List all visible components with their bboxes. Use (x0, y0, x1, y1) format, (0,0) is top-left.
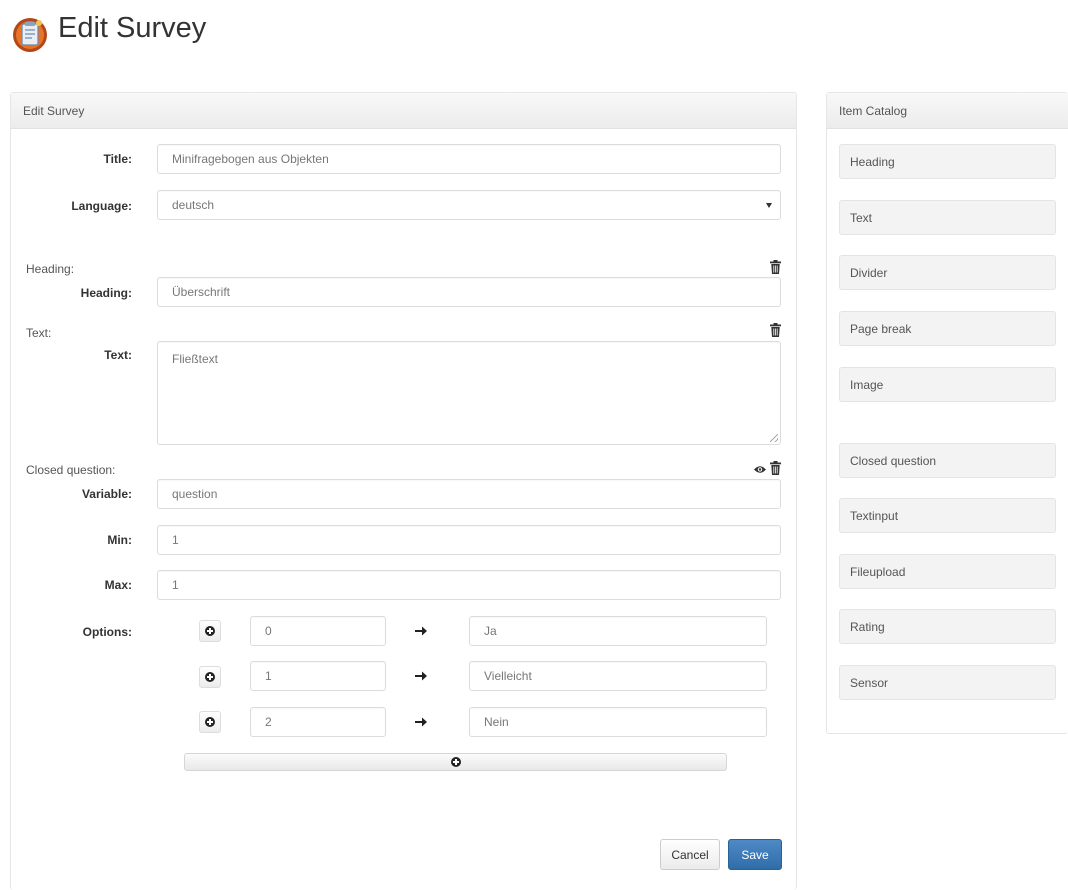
option-label-input[interactable]: Nein (469, 707, 767, 737)
arrow-right-icon (415, 717, 427, 727)
catalog-item-fileupload[interactable]: Fileupload (839, 554, 1056, 589)
text-label: Text: (104, 348, 132, 362)
option-add-button[interactable] (199, 711, 221, 733)
plus-circle-icon (205, 672, 215, 682)
edit-survey-panel-heading: Edit Survey (11, 93, 796, 129)
option-label-input[interactable]: Ja (469, 616, 767, 646)
option-value-input[interactable]: 2 (250, 707, 386, 737)
trash-icon[interactable] (770, 260, 781, 274)
item-catalog-panel-heading: Item Catalog (827, 93, 1068, 129)
add-option-button[interactable] (184, 753, 727, 771)
arrow-right-icon (415, 626, 427, 636)
cancel-button[interactable]: Cancel (660, 839, 720, 870)
catalog-item-text[interactable]: Text (839, 200, 1056, 235)
heading-label: Heading: (80, 286, 132, 300)
trash-icon[interactable] (770, 323, 781, 337)
option-value: 1 (265, 669, 272, 683)
catalog-item-sensor[interactable]: Sensor (839, 665, 1056, 700)
text-value: Fließtext (172, 352, 219, 366)
item-catalog-panel: Item Catalog Heading Text Divider Page b… (826, 92, 1068, 734)
plus-circle-icon (205, 717, 215, 727)
text-section-label: Text: (26, 326, 52, 340)
heading-section-label: Heading: (26, 262, 75, 276)
heading-input[interactable]: Überschrift (157, 277, 781, 307)
catalog-item-heading[interactable]: Heading (839, 144, 1056, 179)
save-button[interactable]: Save (728, 839, 782, 870)
variable-input[interactable]: question (157, 479, 781, 509)
option-add-button[interactable] (199, 620, 221, 642)
catalog-item-divider[interactable]: Divider (839, 255, 1056, 290)
option-value-input[interactable]: 1 (250, 661, 386, 691)
variable-label: Variable: (81, 487, 132, 501)
catalog-item-rating[interactable]: Rating (839, 609, 1056, 644)
max-value: 1 (172, 578, 179, 592)
resize-grip-icon[interactable] (770, 434, 778, 442)
language-label: Language: (71, 199, 132, 213)
closed-question-section-label: Closed question: (26, 463, 116, 477)
option-value: 2 (265, 715, 272, 729)
min-label: Min: (107, 533, 132, 547)
survey-logo-icon (13, 18, 47, 52)
language-select[interactable]: deutsch (157, 190, 781, 220)
eye-icon[interactable] (754, 465, 766, 474)
option-add-button[interactable] (199, 666, 221, 688)
catalog-item-image[interactable]: Image (839, 367, 1056, 402)
plus-circle-icon (450, 757, 461, 767)
option-value: 0 (265, 624, 272, 638)
max-label: Max: (104, 578, 132, 592)
options-label: Options: (82, 625, 132, 639)
heading-value: Überschrift (172, 285, 231, 299)
title-value: Minifragebogen aus Objekten (172, 152, 329, 166)
min-input[interactable]: 1 (157, 525, 781, 555)
option-label: Vielleicht (484, 669, 532, 683)
catalog-item-textinput[interactable]: Textinput (839, 498, 1056, 533)
chevron-down-icon (766, 203, 772, 208)
catalog-item-page-break[interactable]: Page break (839, 311, 1056, 346)
min-value: 1 (172, 533, 179, 547)
max-input[interactable]: 1 (157, 570, 781, 600)
plus-circle-icon (205, 626, 215, 636)
text-textarea[interactable]: Fließtext (157, 341, 781, 445)
page-title: Edit Survey (58, 12, 207, 44)
option-label-input[interactable]: Vielleicht (469, 661, 767, 691)
catalog-item-closed-question[interactable]: Closed question (839, 443, 1056, 478)
variable-value: question (172, 487, 218, 501)
trash-icon[interactable] (770, 461, 781, 475)
option-value-input[interactable]: 0 (250, 616, 386, 646)
arrow-right-icon (415, 671, 427, 681)
option-label: Nein (484, 715, 509, 729)
title-input[interactable]: Minifragebogen aus Objekten (157, 144, 781, 174)
title-label: Title: (103, 152, 132, 166)
language-value: deutsch (172, 198, 215, 212)
option-label: Ja (484, 624, 497, 638)
